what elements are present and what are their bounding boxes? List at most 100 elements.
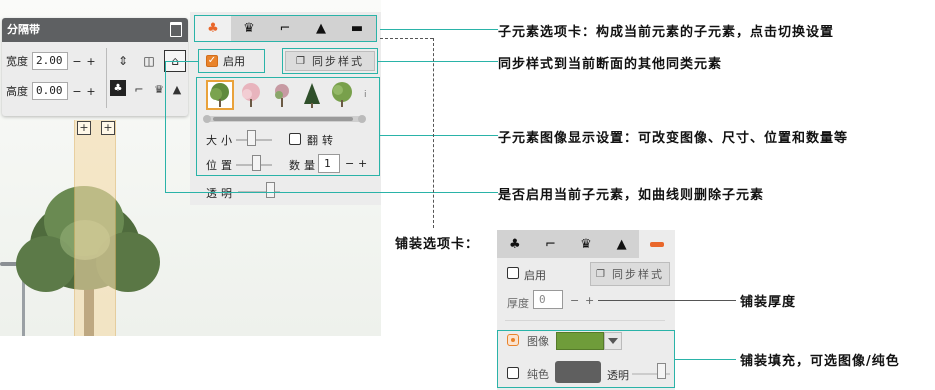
cone-icon: ▲ [316, 21, 326, 36]
tab-crown[interactable]: ♛ [231, 16, 267, 41]
add-right-button[interactable]: + [101, 121, 115, 135]
paving-tab-tree[interactable]: ♣ [497, 230, 533, 258]
callout-sync: 同步样式到当前断面的其他同类元素 [498, 57, 723, 72]
callout-thickness: 铺装厚度 [740, 295, 797, 310]
conifer-tree-icon [304, 83, 320, 108]
position-label: 位置 [206, 159, 236, 172]
position-slider-knob[interactable] [252, 155, 261, 171]
flip-checkbox[interactable] [289, 133, 301, 145]
paving-guide-v [433, 38, 434, 228]
paving-opacity-knob[interactable] [657, 363, 666, 379]
opacity-label: 透明 [206, 187, 236, 200]
width-input[interactable]: 2.00 [32, 52, 68, 70]
image-radio-dot [511, 338, 515, 342]
image-label: 图像 [527, 335, 549, 348]
lamp-mini-icon[interactable]: ⌐ [130, 78, 148, 100]
texture-dropdown-button[interactable] [604, 332, 622, 350]
solid-label: 纯色 [527, 368, 549, 381]
copy-icon: ❐ [296, 55, 307, 67]
callout-fill: 铺装填充，可选图像/纯色 [740, 354, 900, 369]
crown-icon: ♛ [243, 21, 255, 36]
flower-tree-icon [275, 84, 289, 107]
width-decrement[interactable]: − [72, 55, 82, 68]
callout-line-sync [378, 61, 498, 62]
height-input[interactable]: 0.00 [32, 82, 68, 100]
scroll-left-dot[interactable] [203, 115, 211, 123]
callout-paving-tab: 铺装选项卡： [395, 237, 480, 252]
tree-thumb-conifer[interactable] [298, 80, 326, 110]
count-increment[interactable]: + [358, 157, 367, 170]
callout-line-tabs [380, 29, 498, 30]
paving-enable-label: 启用 [524, 269, 546, 282]
chevron-down-icon [608, 338, 618, 344]
width-increment[interactable]: + [86, 55, 96, 68]
callout-line-enable-v [165, 61, 166, 192]
size-label: 大小 [206, 134, 236, 147]
count-decrement[interactable]: − [345, 157, 354, 170]
blossom-tree-icon [242, 83, 260, 107]
paving-enable-checkbox[interactable] [507, 267, 519, 279]
tab-cone[interactable]: ▲ [303, 16, 339, 41]
cone-mini-icon[interactable]: ▲ [168, 78, 186, 100]
width-row: 宽度 2.00 − + [6, 52, 96, 70]
paving-divider [505, 320, 665, 321]
median-panel: 分隔带 宽度 2.00 − + 高度 0.00 − + ⇕ ◫ ⌂ ♣ ⌐ ♛ … [2, 18, 188, 116]
callout-line-enable-top [165, 61, 198, 62]
paving-tab-cone[interactable]: ▲ [604, 230, 640, 258]
thickness-decrement[interactable]: − [570, 294, 579, 307]
callout-enable: 是否启用当前子元素，如曲线则删除子元素 [498, 188, 765, 203]
tree-thumb-broadleaf[interactable] [328, 80, 356, 110]
tree-thumb-selected[interactable] [206, 80, 234, 110]
median-strip-highlight[interactable] [74, 120, 116, 336]
thumb-scrollbar[interactable] [205, 116, 365, 122]
solid-radio[interactable] [507, 367, 519, 379]
panel-title-text: 分隔带 [7, 23, 40, 36]
paving-tab-crown[interactable]: ♛ [568, 230, 604, 258]
thickness-input[interactable]: 0 [533, 290, 563, 309]
crown-icon: ♛ [580, 236, 592, 252]
size-slider-knob[interactable] [247, 130, 256, 146]
tab-tree[interactable]: ♣ [195, 16, 231, 41]
solid-color-swatch[interactable] [555, 361, 601, 383]
tab-lamp[interactable]: ⌐ [267, 16, 303, 41]
resize-icon[interactable]: ⇕ [112, 50, 134, 72]
enable-checkbox[interactable]: ✓ [206, 55, 218, 67]
mirror-icon[interactable]: ◫ [138, 50, 160, 72]
tree-thumb-flower[interactable] [268, 80, 296, 110]
paving-sync-button[interactable]: ❐ 同步样式 [590, 262, 670, 286]
paving-tab-paving[interactable] [639, 230, 675, 258]
paving-sync-label: 同步样式 [611, 268, 664, 281]
image-radio[interactable] [507, 334, 519, 346]
add-left-button[interactable]: + [77, 121, 91, 135]
scroll-right-dot[interactable] [358, 115, 366, 123]
sync-style-button[interactable]: ❐ 同步样式 [285, 51, 375, 71]
tree-mini-icon[interactable]: ♣ [110, 80, 126, 96]
tab-curb[interactable]: ▬ [339, 16, 375, 41]
more-thumbs-indicator[interactable]: i [364, 90, 367, 100]
opacity-slider-knob[interactable] [266, 182, 275, 198]
sync-style-group: ❐ 同步样式 [282, 48, 378, 74]
paving-opacity-label: 透明 [607, 369, 629, 382]
paving-tab-lamp[interactable]: ⌐ [533, 230, 569, 258]
count-input[interactable]: 1 [318, 154, 340, 173]
enable-checkbox-group[interactable]: ✓ 启用 [198, 49, 265, 73]
thickness-increment[interactable]: + [585, 294, 594, 307]
lamp-icon: ⌐ [544, 236, 556, 252]
tree-thumb-blossom[interactable] [237, 80, 265, 110]
delete-icon[interactable] [170, 22, 182, 37]
tree-icon: ♣ [207, 21, 219, 36]
enable-label: 启用 [223, 55, 245, 68]
subelement-tabbar: ♣ ♛ ⌐ ▲ ▬ [194, 15, 377, 42]
callout-image-settings: 子元素图像显示设置：可改变图像、尺寸、位置和数量等 [498, 131, 849, 146]
cone-icon: ▲ [616, 236, 627, 252]
height-decrement[interactable]: − [72, 85, 82, 98]
callout-line-thickness [598, 300, 736, 301]
broadleaf-tree-icon [332, 82, 352, 107]
paving-guide-h [380, 38, 433, 39]
tree-thumb-icon [210, 83, 229, 107]
height-increment[interactable]: + [86, 85, 96, 98]
grass-texture-swatch[interactable] [556, 332, 604, 350]
flip-label: 翻转 [307, 134, 337, 147]
lamp-icon: ⌐ [279, 21, 291, 36]
thumb-scrollbar-handle[interactable] [213, 117, 353, 121]
